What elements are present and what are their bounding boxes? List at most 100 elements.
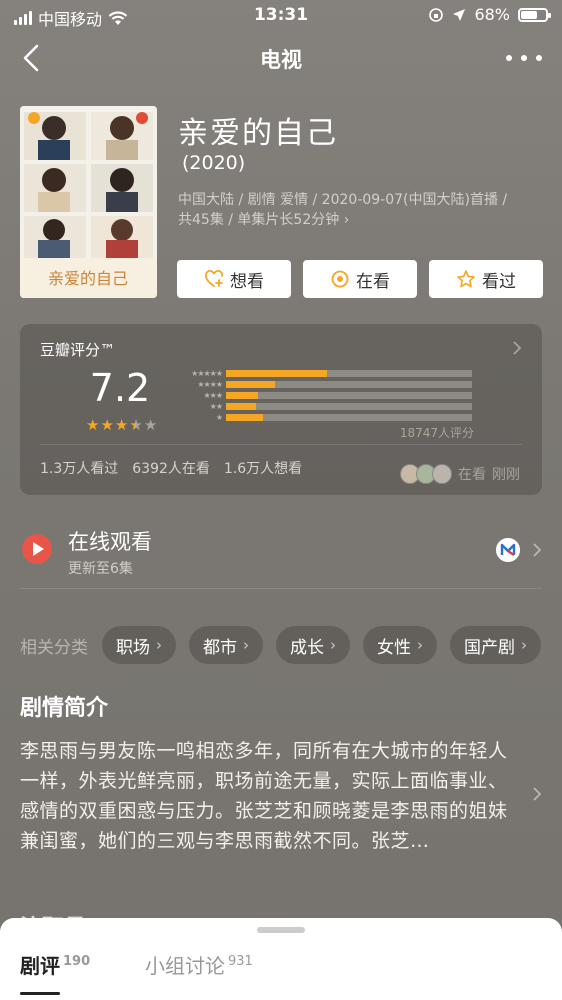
tag-label: 职场 [116, 637, 150, 658]
tag-chip[interactable]: 国产剧 › [450, 626, 541, 664]
tag-label: 成长 [290, 637, 324, 658]
watchers-time: 刚刚 [492, 467, 520, 483]
rating-score: 7.2 [89, 366, 151, 410]
rating-star-icon: ★ [129, 416, 143, 434]
watching-label: 在看 [356, 271, 390, 292]
tab-reviews-label: 剧评 [20, 954, 60, 978]
poster-title-text: 亲爱的自己 [48, 269, 128, 288]
rating-bar-3-star: ★★★ [170, 390, 480, 401]
chevron-right-icon: › [330, 636, 336, 654]
rating-star-icon: ★ [86, 416, 100, 434]
tag-label: 国产剧 [464, 637, 515, 658]
tab-reviews[interactable]: 剧评 190 [20, 950, 90, 979]
play-icon [22, 534, 52, 564]
rating-star-icon: ★ [100, 416, 114, 434]
related-categories: 相关分类 职场 › 都市 › 成长 › 女性 › 国产剧 › [20, 626, 562, 664]
rating-bar-4-star: ★★★★ [170, 379, 480, 390]
star-outline-icon [457, 270, 475, 288]
watchers-status: 在看 [458, 467, 486, 483]
heart-add-icon [205, 270, 223, 287]
want-count: 1.6万人想看 [223, 461, 303, 477]
rating-card[interactable]: 豆瓣评分™ 7.2 ★ ★ ★ ★ ★ ★★★★★ ★★★★ ★★★ ★★ ★ 18747人评分… [20, 324, 542, 495]
watcher-avatars [400, 464, 452, 484]
online-watch-subtitle: 更新至6集 [68, 561, 133, 577]
star-level-icon: ★ [215, 413, 223, 422]
tag-chip[interactable]: 成长 › [276, 626, 350, 664]
watching-count: 6392人在看 [132, 461, 210, 477]
show-meta[interactable]: 中国大陆 / 剧情 爱情 / 2020-09-07(中国大陆)首播 / 共45集… [178, 190, 550, 230]
tag-chip[interactable]: 都市 › [189, 626, 263, 664]
star-level-icon: ★★★★★ [191, 369, 223, 378]
tag-label: 都市 [203, 637, 237, 658]
rotation-lock-icon [429, 7, 444, 22]
location-icon [453, 8, 466, 21]
rating-bar-2-star: ★★ [170, 401, 480, 412]
watched-label: 看过 [482, 271, 516, 292]
poster-image[interactable]: 亲爱的自己 [20, 106, 157, 298]
status-right: 68% [428, 5, 551, 24]
tab-reviews-count: 190 [63, 954, 91, 969]
tag-label: 女性 [377, 637, 411, 658]
rating-bar-track [226, 370, 472, 377]
rating-bar-5-star: ★★★★★ [170, 368, 480, 379]
rating-divider [40, 444, 522, 445]
rating-bar-1-star: ★ [170, 412, 480, 423]
chevron-right-icon [533, 543, 542, 557]
rating-bar-fill [226, 370, 327, 377]
tab-groups-count: 931 [228, 954, 253, 969]
tab-groups-label: 小组讨论 [145, 954, 225, 978]
meta-line-1: 中国大陆 / 剧情 爱情 / 2020-09-07(中国大陆)首播 / [178, 192, 508, 208]
more-icon[interactable] [506, 44, 542, 72]
synopsis-text[interactable]: 李思雨与男友陈一鸣相恋多年，同所有在大城市的年轻人一样，外表光鲜亮丽，职场前途无… [20, 736, 522, 856]
target-icon [331, 270, 349, 288]
streaming-source-icon [496, 538, 520, 562]
rating-bar-fill [226, 414, 263, 421]
watching-button[interactable]: 在看 [303, 260, 417, 298]
want-label: 想看 [230, 271, 264, 292]
tab-group-discussion[interactable]: 小组讨论 931 [145, 950, 253, 979]
rating-bar-track [226, 392, 472, 399]
chevron-right-icon: › [417, 636, 423, 654]
rating-bar-track [226, 381, 472, 388]
rating-bar-track [226, 403, 472, 410]
show-title: 亲爱的自己 [178, 116, 338, 151]
online-watch-title: 在线观看 [68, 530, 152, 554]
rating-count: 18747人评分 [399, 426, 474, 440]
watched-button[interactable]: 看过 [429, 260, 543, 298]
page-title: 电视 [260, 48, 302, 72]
chevron-right-icon [513, 341, 522, 355]
want-to-watch-button[interactable]: 想看 [177, 260, 291, 298]
battery-icon [518, 7, 551, 22]
sheet-handle[interactable] [257, 927, 305, 933]
rating-star-icon: ★ [143, 416, 158, 434]
categories-label: 相关分类 [20, 637, 88, 658]
action-buttons: 想看 在看 看过 [177, 260, 543, 298]
online-watch-row[interactable]: 在线观看 更新至6集 [20, 520, 542, 582]
tag-chip[interactable]: 职场 › [102, 626, 176, 664]
section-divider [20, 588, 542, 589]
recent-watchers[interactable]: 在看 刚刚 [400, 464, 520, 484]
active-tab-indicator [20, 992, 60, 995]
synopsis-title: 剧情简介 [20, 696, 109, 721]
rating-bar-fill [226, 403, 256, 410]
chevron-right-icon[interactable] [532, 786, 542, 802]
rating-stats: 1.3万人看过 6392人在看 1.6万人想看 [40, 458, 302, 478]
show-year: (2020) [182, 152, 246, 174]
rating-distribution: ★★★★★ ★★★★ ★★★ ★★ ★ [170, 368, 480, 423]
chevron-right-icon: › [156, 636, 162, 654]
star-level-icon: ★★★ [203, 391, 223, 400]
status-bar: 中国移动 13:31 68% [0, 0, 562, 32]
rating-star-icon: ★ [114, 416, 129, 434]
star-level-icon: ★★★★ [197, 380, 223, 389]
rating-bar-fill [226, 381, 276, 388]
tag-chip[interactable]: 女性 › [363, 626, 437, 664]
bottom-sheet[interactable]: 剧评 190 小组讨论 931 [0, 918, 562, 1000]
navigation-bar: 电视 [0, 32, 562, 84]
chevron-right-icon: › [243, 636, 249, 654]
seen-count: 1.3万人看过 [40, 461, 119, 477]
meta-line-2: 共45集 / 单集片长52分钟 › [178, 212, 350, 228]
star-level-icon: ★★ [209, 402, 223, 411]
battery-percent: 68% [474, 5, 510, 24]
avatar [432, 464, 452, 484]
chevron-right-icon: › [521, 636, 527, 654]
